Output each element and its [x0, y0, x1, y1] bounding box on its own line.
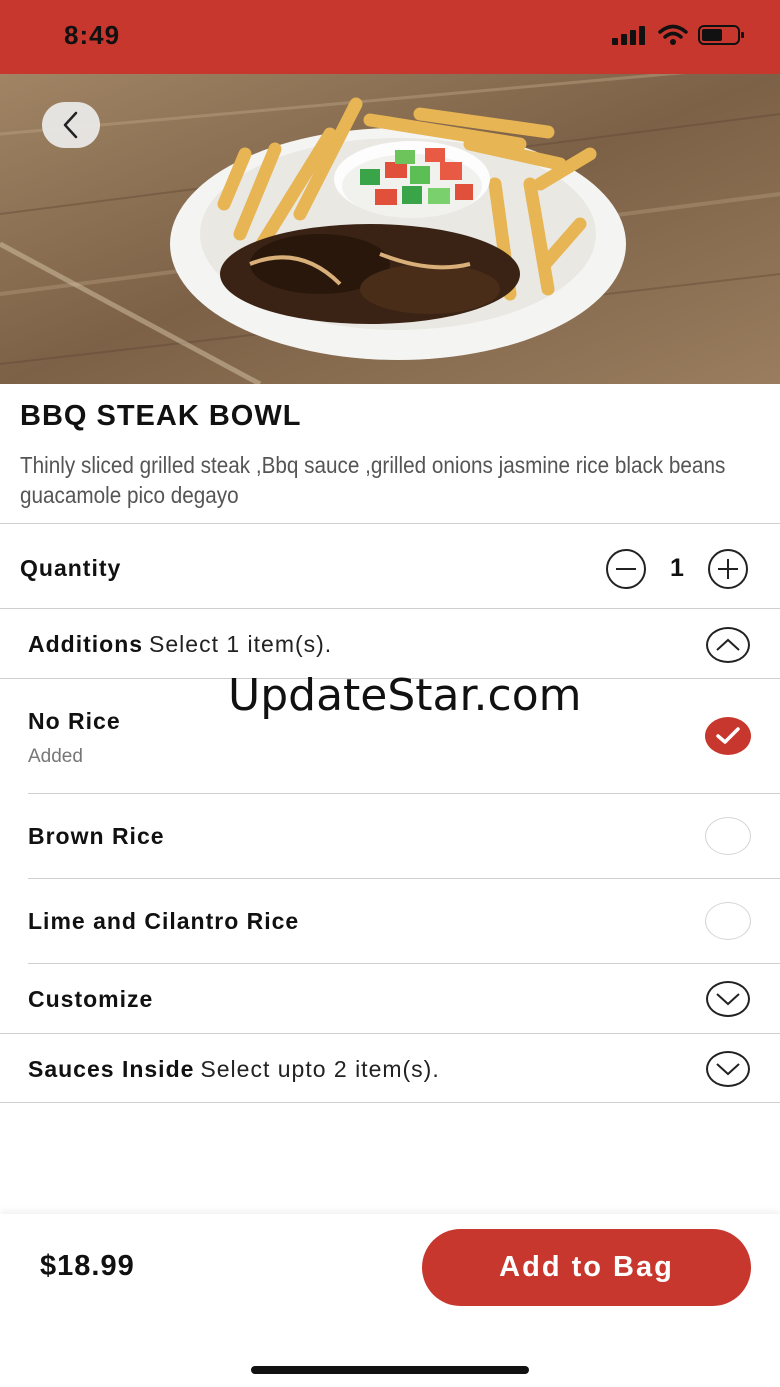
additions-header[interactable]: Additions Select 1 item(s).: [28, 631, 332, 658]
divider: [0, 523, 780, 524]
option-brown-rice-label: Brown Rice: [28, 823, 165, 849]
quantity-label: Quantity: [20, 555, 122, 581]
home-indicator[interactable]: [251, 1366, 529, 1374]
option-brown-rice-checkbox[interactable]: [705, 817, 751, 855]
option-no-rice-checkbox[interactable]: [705, 717, 751, 755]
customize-header[interactable]: Customize: [28, 986, 153, 1013]
divider: [28, 878, 780, 879]
divider: [28, 793, 780, 794]
sauces-label: Sauces Inside: [28, 1056, 195, 1082]
additions-hint: Select 1 item(s).: [149, 631, 333, 657]
customize-label: Customize: [28, 986, 154, 1012]
decrease-quantity-button[interactable]: [606, 549, 646, 589]
divider: [0, 608, 780, 609]
additions-collapse-button[interactable]: [706, 627, 750, 663]
sauces-header[interactable]: Sauces Inside Select upto 2 item(s).: [28, 1056, 440, 1083]
option-lime-cilantro-rice-checkbox[interactable]: [705, 902, 751, 940]
status-time: 8:49: [64, 20, 121, 50]
option-lime-cilantro-rice-label: Lime and Cilantro Rice: [28, 908, 300, 934]
option-no-rice-label: No Rice: [28, 708, 121, 734]
chevron-down-icon: [716, 1063, 740, 1076]
watermark: UpdateStar.com: [228, 670, 582, 721]
divider: [28, 963, 780, 964]
chevron-up-icon: [716, 638, 740, 651]
total-price: $18.99: [40, 1250, 135, 1282]
chevron-down-icon: [716, 993, 740, 1006]
option-no-rice-status: Added: [28, 746, 83, 767]
status-icons: [612, 24, 746, 46]
increase-quantity-button[interactable]: [708, 549, 748, 589]
quantity-value: 1: [670, 554, 684, 582]
product-description: Thinly sliced grilled steak ,Bbq sauce ,…: [20, 452, 726, 508]
back-button[interactable]: [42, 102, 100, 148]
sauces-hint: Select upto 2 item(s).: [200, 1056, 440, 1082]
checkmark-icon: [716, 727, 740, 744]
minus-icon: [616, 568, 636, 570]
chevron-left-icon: [63, 111, 78, 139]
plus-icon: [718, 559, 738, 579]
product-title: BBQ STEAK BOWL: [20, 400, 302, 432]
signal-bars-icon: [612, 26, 645, 45]
wifi-icon: [658, 24, 688, 45]
divider: [0, 1033, 780, 1034]
battery-icon: [698, 25, 744, 45]
customize-expand-button[interactable]: [706, 981, 750, 1017]
sauces-expand-button[interactable]: [706, 1051, 750, 1087]
status-bar: 8:49: [0, 0, 780, 74]
additions-label: Additions: [28, 631, 144, 657]
add-to-bag-button[interactable]: Add to Bag: [422, 1229, 751, 1306]
product-image: [0, 74, 780, 384]
divider: [0, 1102, 780, 1103]
